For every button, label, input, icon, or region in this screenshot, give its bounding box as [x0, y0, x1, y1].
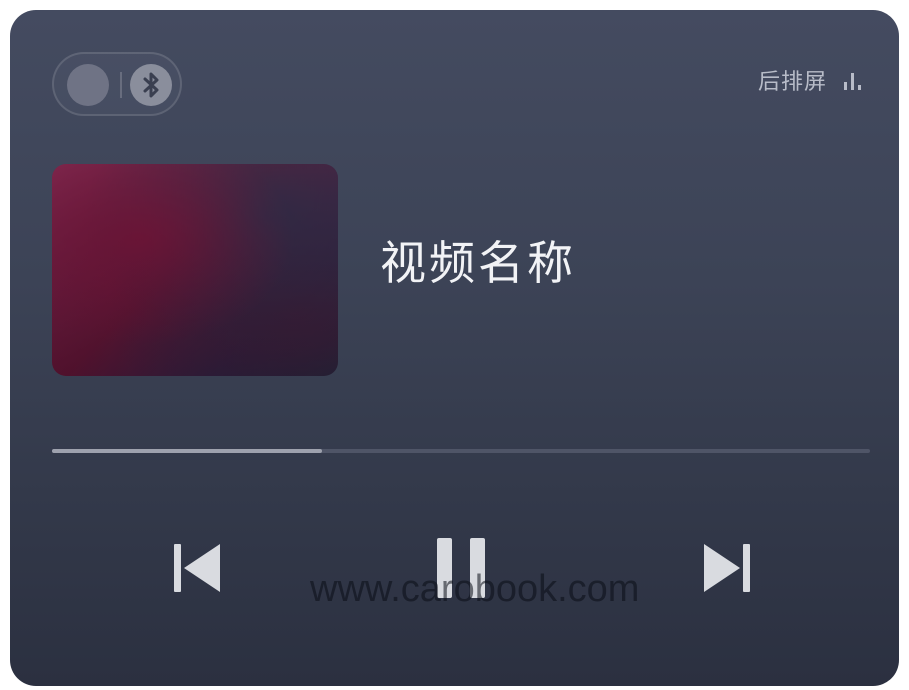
progress-fill [52, 449, 322, 453]
pause-icon [437, 538, 485, 598]
progress-bar[interactable] [52, 449, 870, 453]
rear-screen-label: 后排屏 [757, 70, 827, 95]
audio-source-toggle[interactable] [52, 52, 182, 116]
next-button[interactable] [700, 540, 754, 596]
skip-next-icon [704, 544, 750, 592]
previous-button[interactable] [170, 540, 224, 596]
rear-screen-button[interactable]: 后排屏 [758, 64, 863, 96]
pause-button[interactable] [435, 536, 487, 600]
audio-bars-icon [844, 73, 861, 90]
media-player-card: 后排屏 视频名称 www.carobook.com [10, 10, 899, 686]
video-cover-thumbnail[interactable] [52, 164, 338, 376]
toggle-divider [120, 72, 122, 98]
toggle-dot-icon[interactable] [67, 64, 109, 106]
skip-previous-icon [174, 544, 220, 592]
video-title: 视频名称 [380, 236, 576, 290]
bluetooth-icon[interactable] [130, 64, 172, 106]
